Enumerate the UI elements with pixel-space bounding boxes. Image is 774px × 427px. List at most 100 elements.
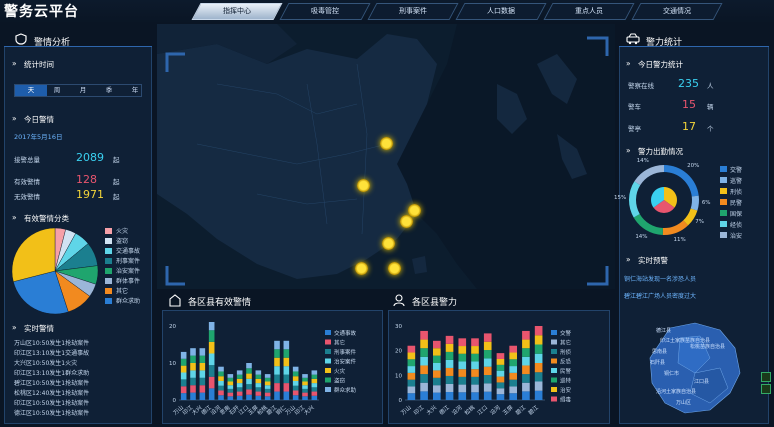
bar-segment[interactable]	[433, 348, 441, 356]
bar-segment[interactable]	[458, 392, 467, 400]
bar-segment[interactable]	[218, 366, 224, 372]
bar-segment[interactable]	[522, 365, 530, 375]
nav-tab-population[interactable]: 人口数据	[455, 3, 547, 20]
bar-segment[interactable]	[483, 375, 492, 384]
legend-label[interactable]: 巡警	[730, 176, 742, 185]
bar-segment[interactable]	[522, 330, 530, 340]
bar-segment[interactable]	[208, 353, 215, 366]
district-label[interactable]: 铜仁市	[664, 370, 679, 377]
bar-segment[interactable]	[264, 396, 271, 400]
legend-label[interactable]: 治安	[730, 231, 742, 240]
legend-label[interactable]: 交通事故	[334, 329, 357, 337]
legend-label[interactable]: 经侦	[730, 220, 742, 229]
bar-segment[interactable]	[420, 348, 428, 357]
realtime-alarm-item[interactable]: 印江区13:10发生1交通事故	[14, 348, 89, 357]
bar-segment[interactable]	[496, 353, 505, 359]
bar-segment[interactable]	[458, 346, 467, 354]
bar-segment[interactable]	[509, 366, 517, 373]
bar-segment[interactable]	[420, 391, 428, 400]
bar-segment[interactable]	[534, 353, 543, 363]
bar-segment[interactable]	[302, 377, 308, 382]
bar-segment[interactable]	[274, 383, 280, 392]
bar-segment[interactable]	[218, 385, 224, 391]
bar-segment[interactable]	[264, 381, 271, 386]
bar-segment[interactable]	[199, 363, 206, 371]
bar-segment[interactable]	[522, 374, 530, 383]
bar-segment[interactable]	[292, 366, 299, 372]
bar-segment[interactable]	[445, 391, 454, 400]
bar-segment[interactable]	[509, 393, 517, 400]
legend-label[interactable]: 治安案件	[334, 358, 357, 366]
bar-segment[interactable]	[208, 388, 215, 400]
ring-segment[interactable]	[662, 220, 689, 235]
bar-segment[interactable]	[302, 388, 308, 393]
bar-segment[interactable]	[255, 391, 262, 396]
bar-segment[interactable]	[311, 383, 318, 388]
bar-segment[interactable]	[407, 393, 416, 400]
bar-segment[interactable]	[445, 383, 454, 392]
bar-segment[interactable]	[445, 367, 454, 376]
bar-segment[interactable]	[292, 376, 299, 381]
bar-segment[interactable]	[420, 330, 428, 340]
realtime-alarm-item[interactable]: 印江区13:10发生1群众求助	[14, 368, 89, 377]
zoom-in-button[interactable]	[761, 372, 771, 382]
bar-segment[interactable]	[208, 365, 215, 377]
bar-segment[interactable]	[509, 345, 517, 353]
bar-segment[interactable]	[458, 369, 467, 377]
bar-segment[interactable]	[534, 372, 543, 382]
bar-segment[interactable]	[496, 370, 505, 377]
bar-segment[interactable]	[246, 373, 252, 379]
alarm-point-zhengzhou[interactable]	[357, 179, 370, 192]
bar-segment[interactable]	[292, 371, 299, 377]
realtime-alarm-item[interactable]: 万山区10:50发生1抢劫案件	[14, 338, 89, 347]
bar-segment[interactable]	[534, 363, 543, 373]
bar-segment[interactable]	[283, 349, 290, 358]
bar-segment[interactable]	[236, 387, 243, 392]
bar-segment[interactable]	[255, 370, 262, 375]
bar-segment[interactable]	[190, 355, 196, 363]
bar-segment[interactable]	[208, 341, 215, 354]
bar-segment[interactable]	[311, 374, 318, 379]
bar-segment[interactable]	[483, 333, 492, 342]
bar-segment[interactable]	[407, 345, 416, 353]
bar-segment[interactable]	[246, 394, 252, 400]
bar-segment[interactable]	[471, 369, 479, 377]
bar-segment[interactable]	[509, 379, 517, 387]
bar-segment[interactable]	[302, 396, 308, 400]
bar-segment[interactable]	[458, 338, 467, 347]
bar-segment[interactable]	[420, 339, 428, 349]
bar-segment[interactable]	[292, 390, 299, 396]
bar-segment[interactable]	[283, 374, 290, 384]
bar-segment[interactable]	[509, 386, 517, 394]
legend-label[interactable]: 刑事案件	[334, 348, 357, 356]
bar-segment[interactable]	[407, 372, 416, 380]
bar-segment[interactable]	[180, 358, 187, 366]
legend-label[interactable]: 盗窃	[116, 236, 128, 245]
bar-segment[interactable]	[274, 340, 280, 350]
bar-segment[interactable]	[420, 365, 428, 375]
district-label[interactable]: 思南县	[652, 348, 667, 355]
bar-segment[interactable]	[292, 380, 299, 386]
legend-label[interactable]: 其它	[116, 286, 128, 295]
bar-segment[interactable]	[274, 374, 280, 384]
bar-segment[interactable]	[236, 370, 243, 375]
alarm-type-pie[interactable]	[10, 226, 100, 316]
bar-segment[interactable]	[255, 374, 262, 379]
legend-label[interactable]: 火灾	[116, 226, 128, 235]
legend-label[interactable]: 刑事案件	[116, 256, 140, 265]
bar-segment[interactable]	[264, 392, 271, 397]
legend-label[interactable]: 群众求助	[334, 386, 357, 394]
ring-segment[interactable]	[629, 181, 641, 218]
bar-segment[interactable]	[407, 359, 416, 367]
nav-tab-traffic[interactable]: 交通情况	[631, 3, 723, 20]
bar-segment[interactable]	[522, 348, 530, 357]
bar-segment[interactable]	[509, 372, 517, 380]
bar-segment[interactable]	[445, 343, 454, 352]
bar-segment[interactable]	[433, 363, 441, 371]
bar-segment[interactable]	[264, 388, 271, 393]
bar-segment[interactable]	[264, 385, 271, 389]
legend-label[interactable]: 缉毒	[560, 396, 572, 404]
bar-segment[interactable]	[292, 395, 299, 400]
legend-label[interactable]: 刑侦	[730, 187, 742, 196]
bar-segment[interactable]	[255, 387, 262, 392]
